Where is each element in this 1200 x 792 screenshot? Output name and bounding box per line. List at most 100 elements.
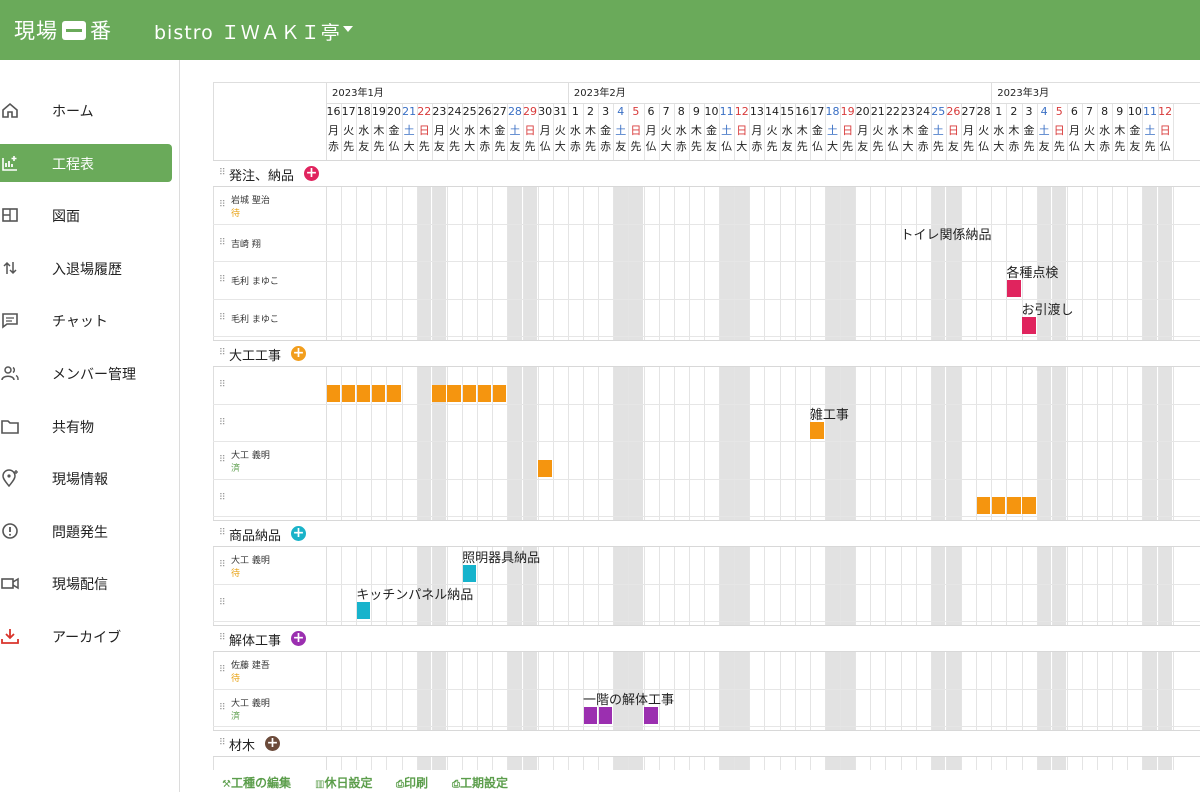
sidebar-item-8[interactable]: 問題発生: [0, 512, 172, 550]
date-label: 5: [632, 105, 640, 118]
sidebar-item-10[interactable]: アーカイブ: [0, 617, 172, 655]
rokuyo-label: 大: [403, 140, 415, 153]
task-bar[interactable]: [462, 384, 477, 402]
drag-handle-icon[interactable]: ⠿: [219, 348, 226, 358]
row-person-name: 毛利 まゆこ: [231, 277, 279, 287]
chevron-down-icon[interactable]: [343, 26, 353, 32]
task-label[interactable]: お引渡し: [1022, 299, 1074, 318]
weekday-label: 金: [1129, 124, 1141, 137]
sidebar-item-2[interactable]: 図面: [0, 196, 172, 234]
task-label[interactable]: トイレ関係納品: [901, 224, 992, 243]
task-bar[interactable]: [598, 707, 613, 724]
date-label: 30: [538, 105, 553, 118]
date-label: 18: [356, 105, 371, 118]
drag-handle-icon[interactable]: ⠿: [219, 275, 226, 285]
sidebar-item-4[interactable]: チャット: [0, 301, 172, 339]
task-bar[interactable]: [1006, 497, 1021, 514]
task-bar[interactable]: [1022, 497, 1036, 514]
alert-icon: [0, 522, 20, 540]
drag-handle-icon[interactable]: ⠿: [219, 380, 226, 390]
task-bar[interactable]: [462, 564, 477, 582]
weekday-label: 金: [388, 124, 400, 137]
add-task-button[interactable]: +: [291, 631, 306, 646]
rokuyo-label: 大: [736, 140, 748, 153]
footer-button-label: 工種の編集: [230, 776, 291, 790]
group-header: [213, 625, 1200, 652]
task-label[interactable]: 雑工事: [810, 404, 849, 423]
weekday-label: 日: [524, 124, 536, 137]
holiday-column: [1157, 160, 1173, 792]
drag-handle-icon[interactable]: ⠿: [219, 455, 226, 465]
task-bar[interactable]: [447, 384, 462, 402]
date-label: 15: [780, 105, 795, 118]
footer-button-0[interactable]: ⚒工種の編集: [222, 774, 291, 791]
task-label[interactable]: 一階の解体工事: [583, 689, 674, 708]
task-bar[interactable]: [991, 497, 1006, 514]
drag-handle-icon[interactable]: ⠿: [219, 168, 226, 178]
sidebar-item-9[interactable]: 現場配信: [0, 564, 172, 602]
sidebar-item-5[interactable]: メンバー管理: [0, 354, 172, 392]
add-task-button[interactable]: +: [291, 346, 306, 361]
drag-handle-icon[interactable]: ⠿: [219, 703, 226, 713]
task-label[interactable]: キッチンパネル納品: [356, 584, 473, 603]
schedule-chart-icon: [0, 154, 20, 172]
task-bar[interactable]: [810, 422, 824, 439]
drag-handle-icon[interactable]: ⠿: [219, 560, 226, 570]
task-bar[interactable]: [538, 459, 552, 477]
drag-handle-icon[interactable]: ⠿: [219, 200, 226, 210]
drag-handle-icon[interactable]: ⠿: [219, 493, 226, 503]
task-bar[interactable]: [432, 384, 446, 402]
task-bar[interactable]: [356, 602, 371, 619]
footer-button-2[interactable]: ⎙印刷: [396, 774, 428, 791]
row-divider: [213, 621, 1200, 622]
drag-handle-icon[interactable]: ⠿: [219, 633, 226, 643]
rokuyo-label: 友: [857, 140, 869, 153]
row-status: 済: [231, 711, 241, 722]
add-task-button[interactable]: +: [291, 526, 306, 541]
task-label[interactable]: 照明器具納品: [462, 547, 540, 566]
task-bar[interactable]: [1006, 279, 1021, 297]
sidebar-item-7[interactable]: 現場情報: [0, 459, 172, 497]
brand-logo[interactable]: 現場 番: [14, 14, 112, 46]
date-label: 5: [1055, 105, 1063, 118]
date-label: 27: [492, 105, 507, 118]
drag-handle-icon[interactable]: ⠿: [219, 665, 226, 675]
task-bar[interactable]: [1022, 317, 1036, 334]
task-bar[interactable]: [583, 707, 598, 724]
drag-handle-icon[interactable]: ⠿: [219, 313, 226, 323]
drag-handle-icon[interactable]: ⠿: [219, 528, 226, 538]
print-icon: ⎙: [396, 779, 404, 790]
weekday-label: 月: [963, 124, 975, 137]
brand-text-post: 番: [90, 19, 112, 43]
sidebar-item-3[interactable]: 入退場履歴: [0, 249, 172, 287]
month-label: 2023年2月: [573, 88, 626, 99]
add-task-button[interactable]: +: [265, 736, 280, 751]
drag-handle-icon[interactable]: ⠿: [219, 738, 226, 748]
task-bar[interactable]: [341, 384, 356, 402]
task-bar[interactable]: [386, 384, 401, 402]
row-person-name: 毛利 まゆこ: [231, 314, 279, 325]
task-bar[interactable]: [477, 384, 492, 402]
date-label: 23: [901, 105, 916, 118]
weekday-label: 木: [796, 124, 808, 137]
drag-handle-icon[interactable]: ⠿: [219, 598, 226, 608]
project-selector[interactable]: bistro ＩＷＡＫＩ亭: [154, 18, 341, 45]
footer-button-1[interactable]: ▥休日設定: [315, 774, 372, 791]
sidebar-item-6[interactable]: 共有物: [0, 407, 172, 445]
drag-handle-icon[interactable]: ⠿: [219, 418, 226, 428]
rokuyo-label: 先: [963, 140, 975, 153]
drag-handle-icon[interactable]: ⠿: [219, 238, 226, 248]
footer-button-3[interactable]: ⎙工期設定: [452, 774, 508, 791]
task-bar[interactable]: [356, 384, 371, 402]
weekday-label: 火: [554, 124, 566, 137]
task-bar[interactable]: [326, 384, 341, 402]
task-bar[interactable]: [644, 707, 658, 724]
task-bar[interactable]: [976, 497, 991, 514]
task-bar[interactable]: [371, 384, 386, 402]
task-label[interactable]: 各種点検: [1006, 262, 1058, 281]
date-label: 8: [677, 105, 685, 118]
sidebar-item-1[interactable]: 工程表: [0, 143, 172, 182]
add-task-button[interactable]: +: [304, 166, 319, 181]
task-bar[interactable]: [492, 384, 507, 402]
sidebar-item-0[interactable]: ホーム: [0, 91, 172, 129]
